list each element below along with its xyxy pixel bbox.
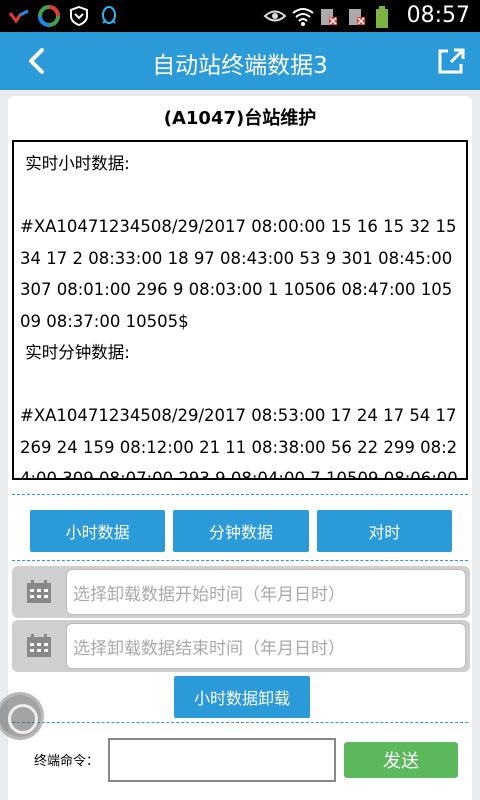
sim2-icon bbox=[347, 5, 369, 27]
command-label: 终端命令： bbox=[34, 754, 100, 769]
share-icon bbox=[438, 48, 465, 74]
end-time-input[interactable]: 选择卸载数据结束时间（年月日时） bbox=[66, 623, 466, 669]
hour-data-download-button[interactable]: 小时数据卸载 bbox=[174, 676, 310, 718]
hour-data-text: #XA10471234508/29/2017 08:00:00 15 16 15… bbox=[20, 217, 462, 331]
title-bar: 自动站终端数据3 bbox=[0, 32, 480, 90]
eye-icon bbox=[263, 5, 287, 27]
divider bbox=[12, 560, 468, 561]
card-title: (A1047)台站维护 bbox=[163, 108, 317, 129]
browser-icon bbox=[38, 5, 60, 27]
clock: 08:57 bbox=[406, 3, 470, 28]
send-button[interactable]: 发送 bbox=[344, 742, 458, 778]
sync-time-button[interactable]: 对时 bbox=[316, 510, 452, 552]
chevron-left-icon bbox=[29, 48, 44, 74]
back-button[interactable] bbox=[22, 46, 52, 76]
page-title: 自动站终端数据3 bbox=[152, 53, 328, 79]
sim1-icon bbox=[319, 5, 341, 27]
start-time-input[interactable]: 选择卸载数据开始时间（年月日时） bbox=[66, 569, 466, 615]
battery-icon bbox=[375, 5, 397, 28]
minute-data-label: 实时分钟数据: bbox=[20, 343, 130, 362]
wifi-icon bbox=[291, 5, 314, 27]
share-button[interactable] bbox=[436, 46, 466, 76]
status-bar: 08:57 bbox=[0, 0, 480, 32]
station-card: (A1047)台站维护 实时小时数据: #XA10471234508/29/20… bbox=[8, 96, 472, 800]
divider bbox=[12, 722, 468, 723]
hour-data-label: 实时小时数据: bbox=[20, 154, 130, 173]
minute-data-button[interactable]: 分钟数据 bbox=[173, 510, 309, 552]
start-time-row: 选择卸载数据开始时间（年月日时） bbox=[12, 566, 470, 618]
data-button-row: 小时数据 分钟数据 对时 bbox=[30, 510, 452, 552]
app-icon bbox=[8, 5, 30, 27]
divider bbox=[12, 494, 468, 495]
hour-data-button[interactable]: 小时数据 bbox=[30, 510, 166, 552]
calendar-icon bbox=[26, 580, 52, 604]
command-input[interactable] bbox=[108, 738, 336, 782]
end-time-row: 选择卸载数据结束时间（年月日时） bbox=[12, 620, 470, 672]
calendar-icon bbox=[26, 634, 52, 658]
qq-icon bbox=[98, 5, 120, 27]
minute-data-text: #XA10471234508/29/2017 08:53:00 17 24 17… bbox=[20, 406, 458, 480]
shield-icon bbox=[68, 5, 90, 27]
realtime-data-box[interactable]: 实时小时数据: #XA10471234508/29/2017 08:00:00 … bbox=[12, 140, 468, 480]
